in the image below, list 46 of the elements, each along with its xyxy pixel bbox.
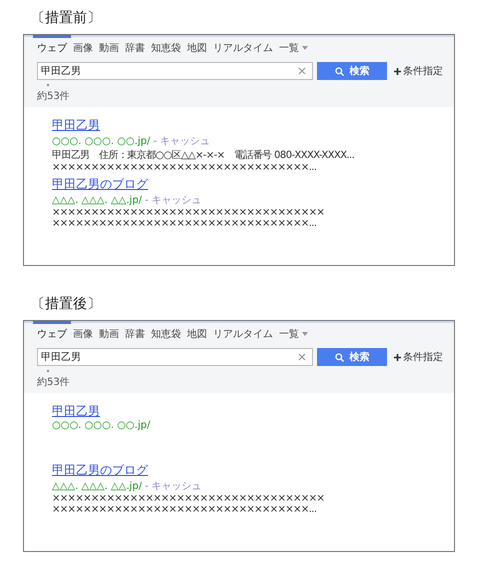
close-icon[interactable] — [298, 353, 306, 361]
search-button[interactable]: 検索 — [317, 348, 387, 366]
caret-icon — [302, 332, 308, 336]
category-tab[interactable]: リアルタイム — [213, 37, 273, 59]
result-url: △△△. △△△. △△.jp/ — [52, 195, 142, 206]
options-link[interactable]: 条件指定 — [394, 350, 443, 364]
result-title-link[interactable]: 甲田乙男 — [52, 403, 100, 420]
search-icon — [334, 66, 344, 76]
result-url: ○○○. ○○○. ○○.jp/ — [52, 136, 150, 147]
category-tab[interactable]: 画像 — [73, 37, 93, 59]
options-link[interactable]: 条件指定 — [394, 64, 443, 78]
search-icon — [334, 352, 344, 362]
category-tab[interactable]: 動画 — [99, 323, 119, 345]
category-tab[interactable]: 画像 — [73, 323, 93, 345]
snippet-text: ×××××××××××××××××××××××××××××××××... — [52, 162, 316, 173]
result-url: ○○○. ○○○. ○○.jp/ — [52, 420, 150, 431]
figure-caption: 〔措置前〕 — [31, 9, 102, 28]
snippet-text: ×××××××××××××××××××××××××××××××××... — [52, 218, 316, 229]
caret-icon — [302, 46, 308, 50]
result-url: △△△. △△△. △△.jp/ — [52, 481, 142, 492]
category-tab[interactable]: 辞書 — [125, 323, 145, 345]
category-tab[interactable]: 動画 — [99, 37, 119, 59]
snippet-text: ××××××××××××××××××××××××××××××××××× — [52, 207, 324, 218]
result-title-link[interactable]: 甲田乙男のブログ — [52, 176, 148, 193]
result-count: 約53件 — [37, 90, 71, 103]
plus-icon — [394, 68, 401, 74]
category-tab[interactable]: 知恵袋 — [151, 323, 181, 345]
result-title-link[interactable]: 甲田乙男のブログ — [52, 462, 148, 479]
search-button[interactable]: 検索 — [317, 62, 387, 80]
more-menu[interactable]: 一覧 — [279, 327, 308, 341]
snippet-text: ××××××××××××××××××××××××××××××××××× — [52, 493, 324, 504]
close-icon[interactable] — [298, 67, 306, 75]
category-tab[interactable]: 知恵袋 — [151, 37, 181, 59]
snippet-text: 甲田乙男 住所：東京都○○区△△×-×-× 電話番号 080-XXXX-XXXX... — [52, 148, 354, 162]
more-menu[interactable]: 一覧 — [279, 41, 308, 55]
category-tab[interactable]: 地図 — [187, 37, 207, 59]
category-tab[interactable]: リアルタイム — [213, 323, 273, 345]
search-field[interactable]: 甲田乙男 — [37, 62, 313, 80]
plus-icon — [394, 354, 401, 360]
figure-caption: 〔措置後〕 — [31, 295, 102, 314]
snippet-text: ×××××××××××××××××××××××××××××××××... — [52, 504, 316, 515]
search-field[interactable]: 甲田乙男 — [37, 348, 313, 366]
category-tab[interactable]: 地図 — [187, 323, 207, 345]
category-tab[interactable]: 辞書 — [125, 37, 145, 59]
result-count: 約53件 — [37, 376, 71, 389]
result-title-link[interactable]: 甲田乙男 — [52, 117, 100, 134]
